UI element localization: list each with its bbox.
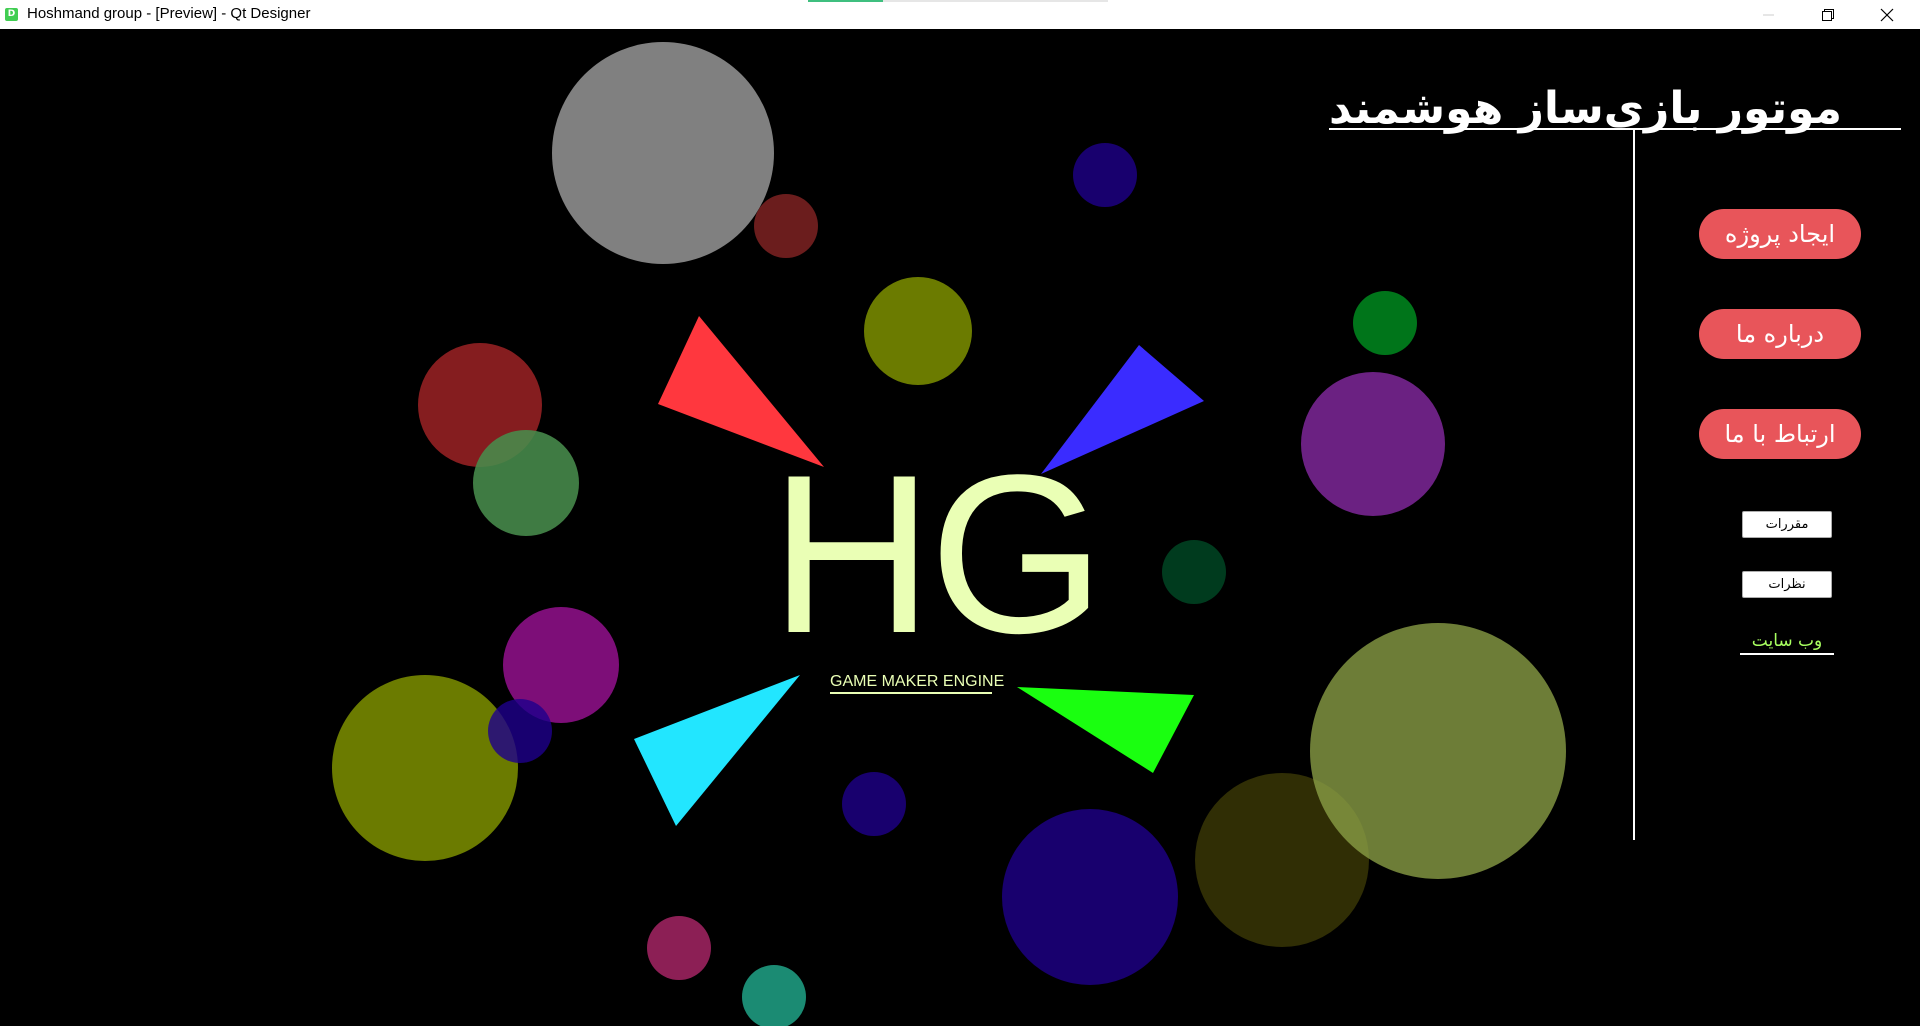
engine-subtitle: GAME MAKER ENGINE (830, 673, 1004, 694)
close-button[interactable] (1859, 0, 1915, 29)
indigo-circle (1002, 809, 1178, 985)
qt-designer-app-icon: D (5, 8, 18, 21)
minimize-icon (1763, 14, 1774, 15)
purple-circle (1301, 372, 1445, 516)
olive-small-circle (864, 277, 972, 385)
title-progress-fill (808, 0, 883, 2)
website-link[interactable]: وب سایت (1740, 631, 1834, 655)
title-progress-bar (808, 0, 1108, 2)
minimize-button[interactable] (1741, 0, 1797, 29)
green-translucent-circle (473, 430, 579, 536)
close-icon (1880, 8, 1894, 21)
preview-canvas: HG GAME MAKER ENGINE موتور بازی‌ساز هوشم… (0, 29, 1920, 1026)
dark-green-small-circle (1162, 540, 1226, 604)
restore-icon (1822, 8, 1834, 21)
app-heading: موتور بازی‌ساز هوشمند (1329, 83, 1842, 134)
olive-large-circle (332, 675, 518, 861)
navy-circle (842, 772, 906, 836)
gray-circle (552, 42, 774, 264)
comments-button[interactable]: نظرات (1742, 571, 1832, 598)
window-titlebar: D Hoshmand group - [Preview] - Qt Design… (0, 0, 1920, 29)
rules-button[interactable]: مقررات (1742, 511, 1832, 538)
green-small-circle (1353, 291, 1417, 355)
navy-small-circle (1073, 143, 1137, 207)
pink-small-circle (647, 916, 711, 980)
about-us-button[interactable]: درباره ما (1699, 309, 1861, 359)
sidebar-divider (1633, 130, 1635, 840)
hg-logo: HG (770, 427, 1105, 680)
olive-translucent-large-circle (1310, 623, 1566, 879)
contact-us-button[interactable]: ارتباط با ما (1699, 409, 1861, 459)
window-title: Hoshmand group - [Preview] - Qt Designer (27, 5, 311, 22)
heading-divider (1329, 128, 1901, 130)
create-project-button[interactable]: ایجاد پروژه (1699, 209, 1861, 259)
dark-red-small-circle (754, 194, 818, 258)
teal-small-circle (742, 965, 806, 1026)
navy-translucent-circle (488, 699, 552, 763)
restore-button[interactable] (1800, 0, 1856, 29)
